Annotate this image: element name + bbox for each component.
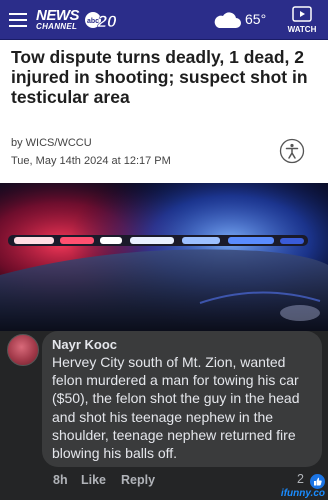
comment-section: Nayr Kooc Hervey City south of Mt. Zion,… [0,331,328,500]
ifunny-watermark: ifunny.co [280,488,325,499]
comment-bubble[interactable]: Nayr Kooc Hervey City south of Mt. Zion,… [42,331,322,467]
article-byline: by WICS/WCCU [11,137,92,149]
reply-button[interactable]: Reply [121,473,155,487]
accessibility-icon[interactable] [279,138,305,164]
comment-text: Hervey City south of Mt. Zion, wanted fe… [52,354,300,462]
article-photo [0,183,328,331]
article-headline: Tow dispute turns deadly, 1 dead, 2 inju… [11,47,308,107]
like-button[interactable]: Like [81,473,106,487]
avatar[interactable] [7,334,39,366]
logo-badge-number: 20 [97,12,116,31]
temperature-text: 65° [245,11,267,27]
site-header: NEWS CHANNEL abc 20 65° WATCH [0,0,328,40]
comment-author[interactable]: Nayr Kooc [52,337,117,352]
abc-20-badge-icon: abc 20 [85,12,116,31]
article-date: Tue, May 14th 2024 at 12:17 PM [11,155,171,167]
cloud-icon [214,12,241,28]
reaction-count-text: 2 [297,472,304,486]
logo-channel-text: CHANNEL [36,22,78,31]
play-icon [292,6,312,22]
watch-button[interactable]: WATCH [285,4,319,36]
news-channel-logo[interactable]: NEWS CHANNEL abc 20 [36,5,116,35]
logo-news-text: NEWS [36,7,80,24]
watch-label: WATCH [287,25,317,34]
comment-time[interactable]: 8h [53,473,68,487]
hamburger-menu-icon[interactable] [9,13,27,27]
police-lights-image [0,183,328,331]
weather-widget[interactable]: 65° [212,9,282,31]
article-card: Tow dispute turns deadly, 1 dead, 2 inju… [0,40,328,183]
